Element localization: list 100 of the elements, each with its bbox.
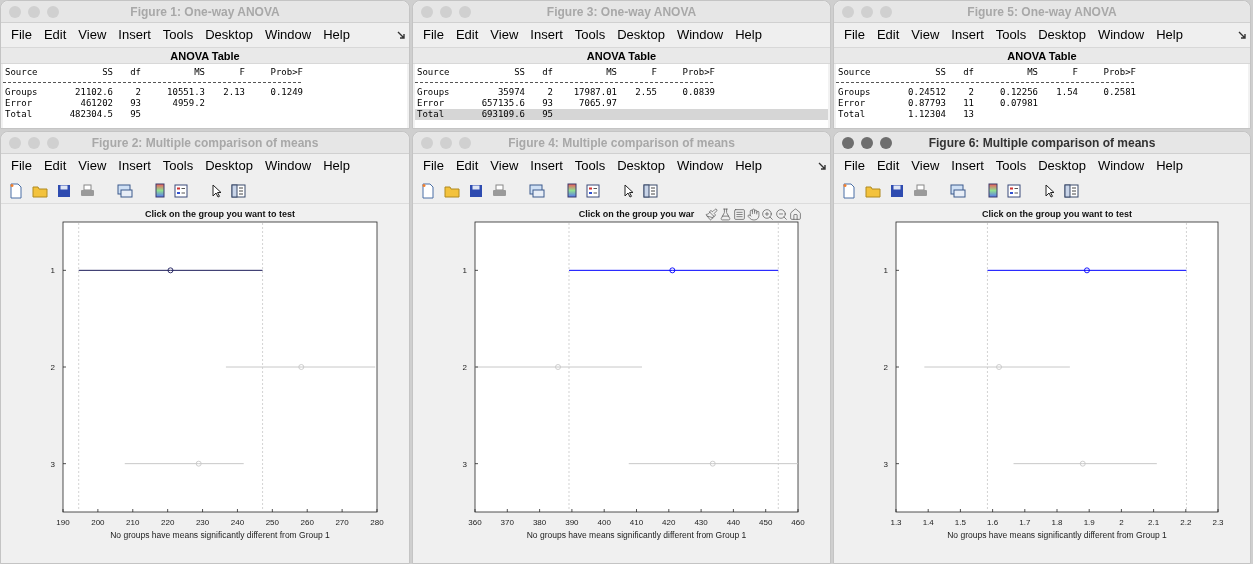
- interval-marker[interactable]: [78, 267, 264, 274]
- menu-item[interactable]: Desktop: [1032, 25, 1092, 45]
- menu-item[interactable]: Window: [258, 156, 318, 176]
- zoom-out-icon[interactable]: [774, 208, 788, 221]
- menu-item[interactable]: Desktop: [199, 156, 259, 176]
- flask-icon[interactable]: [718, 208, 732, 221]
- pointer-icon[interactable]: [1045, 183, 1055, 198]
- save-icon[interactable]: [469, 183, 483, 198]
- y-tick-label: 3: [462, 459, 467, 469]
- legend-icon[interactable]: [174, 183, 188, 198]
- brush-icon[interactable]: [704, 208, 718, 221]
- menu-item[interactable]: View: [72, 25, 113, 45]
- legend-icon[interactable]: [1007, 183, 1021, 198]
- menu-item[interactable]: Insert: [524, 156, 569, 176]
- print-icon[interactable]: [80, 183, 95, 198]
- new-file-icon[interactable]: [842, 182, 856, 199]
- menu-item[interactable]: Window: [670, 156, 730, 176]
- menu-item[interactable]: Tools: [568, 25, 612, 45]
- overflow-arrow-icon[interactable]: [818, 162, 826, 170]
- menu-item[interactable]: File: [838, 156, 871, 176]
- menu-item[interactable]: Help: [317, 156, 356, 176]
- window-icon[interactable]: [529, 183, 545, 198]
- home-icon[interactable]: [788, 208, 802, 221]
- menu-item[interactable]: View: [905, 25, 946, 45]
- overflow-arrow-icon[interactable]: [1238, 31, 1246, 39]
- window-control[interactable]: [842, 136, 854, 149]
- pointer-icon[interactable]: [624, 183, 634, 198]
- menu-item[interactable]: File: [417, 25, 450, 45]
- open-folder-icon[interactable]: [865, 183, 881, 198]
- interval-marker[interactable]: [225, 364, 376, 370]
- window-control[interactable]: [861, 136, 873, 149]
- menu-item[interactable]: Tools: [989, 156, 1033, 176]
- pointer-icon[interactable]: [212, 183, 222, 198]
- menu-item[interactable]: Window: [258, 25, 318, 45]
- menu-item[interactable]: Insert: [112, 25, 157, 45]
- menu-item[interactable]: Help: [1150, 25, 1189, 45]
- menu-item[interactable]: Edit: [37, 156, 73, 176]
- overflow-arrow-icon[interactable]: [397, 31, 405, 39]
- print-icon[interactable]: [913, 183, 928, 198]
- menu-item[interactable]: Tools: [156, 156, 200, 176]
- menu-item[interactable]: Tools: [156, 25, 200, 45]
- menu-item[interactable]: Window: [670, 25, 730, 45]
- menu-item[interactable]: Insert: [524, 25, 569, 45]
- menu-item[interactable]: File: [838, 25, 871, 45]
- legend-icon[interactable]: [586, 183, 600, 198]
- new-file-icon[interactable]: [9, 182, 23, 199]
- menu-item[interactable]: Help: [729, 156, 768, 176]
- menu-item[interactable]: Edit: [870, 156, 906, 176]
- table-row[interactable]: Total 693109.6 95: [415, 109, 828, 120]
- menu-item[interactable]: View: [905, 156, 946, 176]
- menu-item[interactable]: Edit: [870, 25, 906, 45]
- open-folder-icon[interactable]: [32, 183, 48, 198]
- menu-item[interactable]: Tools: [989, 25, 1033, 45]
- menu-item[interactable]: Window: [1091, 156, 1151, 176]
- new-file-icon[interactable]: [421, 182, 435, 199]
- menu-item[interactable]: Edit: [449, 25, 485, 45]
- menu-item[interactable]: File: [417, 156, 450, 176]
- tick-mark: [237, 508, 238, 513]
- menu-item[interactable]: Insert: [945, 156, 990, 176]
- menu-item[interactable]: Help: [1150, 156, 1189, 176]
- menu-item[interactable]: Edit: [449, 156, 485, 176]
- print-icon[interactable]: [492, 183, 507, 198]
- menu-item[interactable]: Desktop: [1032, 156, 1092, 176]
- menu-item[interactable]: Desktop: [611, 25, 671, 45]
- menu-item[interactable]: Desktop: [611, 156, 671, 176]
- interval-marker[interactable]: [1013, 460, 1158, 467]
- property-panel-icon[interactable]: [1064, 183, 1079, 198]
- menu-item[interactable]: Window: [1091, 25, 1151, 45]
- menu-item[interactable]: Tools: [568, 156, 612, 176]
- pan-hand-icon[interactable]: [746, 208, 760, 221]
- menu-item[interactable]: Desktop: [199, 25, 259, 45]
- colorbar-icon[interactable]: [988, 183, 998, 198]
- menu-item[interactable]: Help: [317, 25, 356, 45]
- interval-marker[interactable]: [986, 267, 1187, 274]
- property-panel-icon[interactable]: [231, 183, 246, 198]
- window-icon[interactable]: [117, 183, 133, 198]
- interval-marker[interactable]: [923, 364, 1071, 370]
- save-icon[interactable]: [890, 183, 904, 198]
- menu-item[interactable]: Insert: [112, 156, 157, 176]
- property-panel-icon[interactable]: [643, 183, 658, 198]
- menu-item[interactable]: File: [5, 25, 38, 45]
- save-icon[interactable]: [57, 183, 71, 198]
- interval-marker[interactable]: [568, 267, 779, 274]
- menu-item[interactable]: File: [5, 156, 38, 176]
- colorbar-icon[interactable]: [155, 183, 165, 198]
- open-folder-icon[interactable]: [444, 183, 460, 198]
- window-control[interactable]: [880, 136, 892, 149]
- menu-item[interactable]: Edit: [37, 25, 73, 45]
- colorbar-icon[interactable]: [567, 183, 577, 198]
- zoom-in-icon[interactable]: [760, 208, 774, 221]
- window-icon[interactable]: [950, 183, 966, 198]
- menu-item[interactable]: Help: [729, 25, 768, 45]
- interval-marker[interactable]: [628, 460, 799, 467]
- interval-marker[interactable]: [124, 460, 245, 467]
- y-tick-label: 1: [50, 266, 55, 276]
- menu-item[interactable]: View: [484, 156, 525, 176]
- data-tip-icon[interactable]: [732, 208, 746, 221]
- menu-item[interactable]: View: [72, 156, 113, 176]
- menu-item[interactable]: Insert: [945, 25, 990, 45]
- menu-item[interactable]: View: [484, 25, 525, 45]
